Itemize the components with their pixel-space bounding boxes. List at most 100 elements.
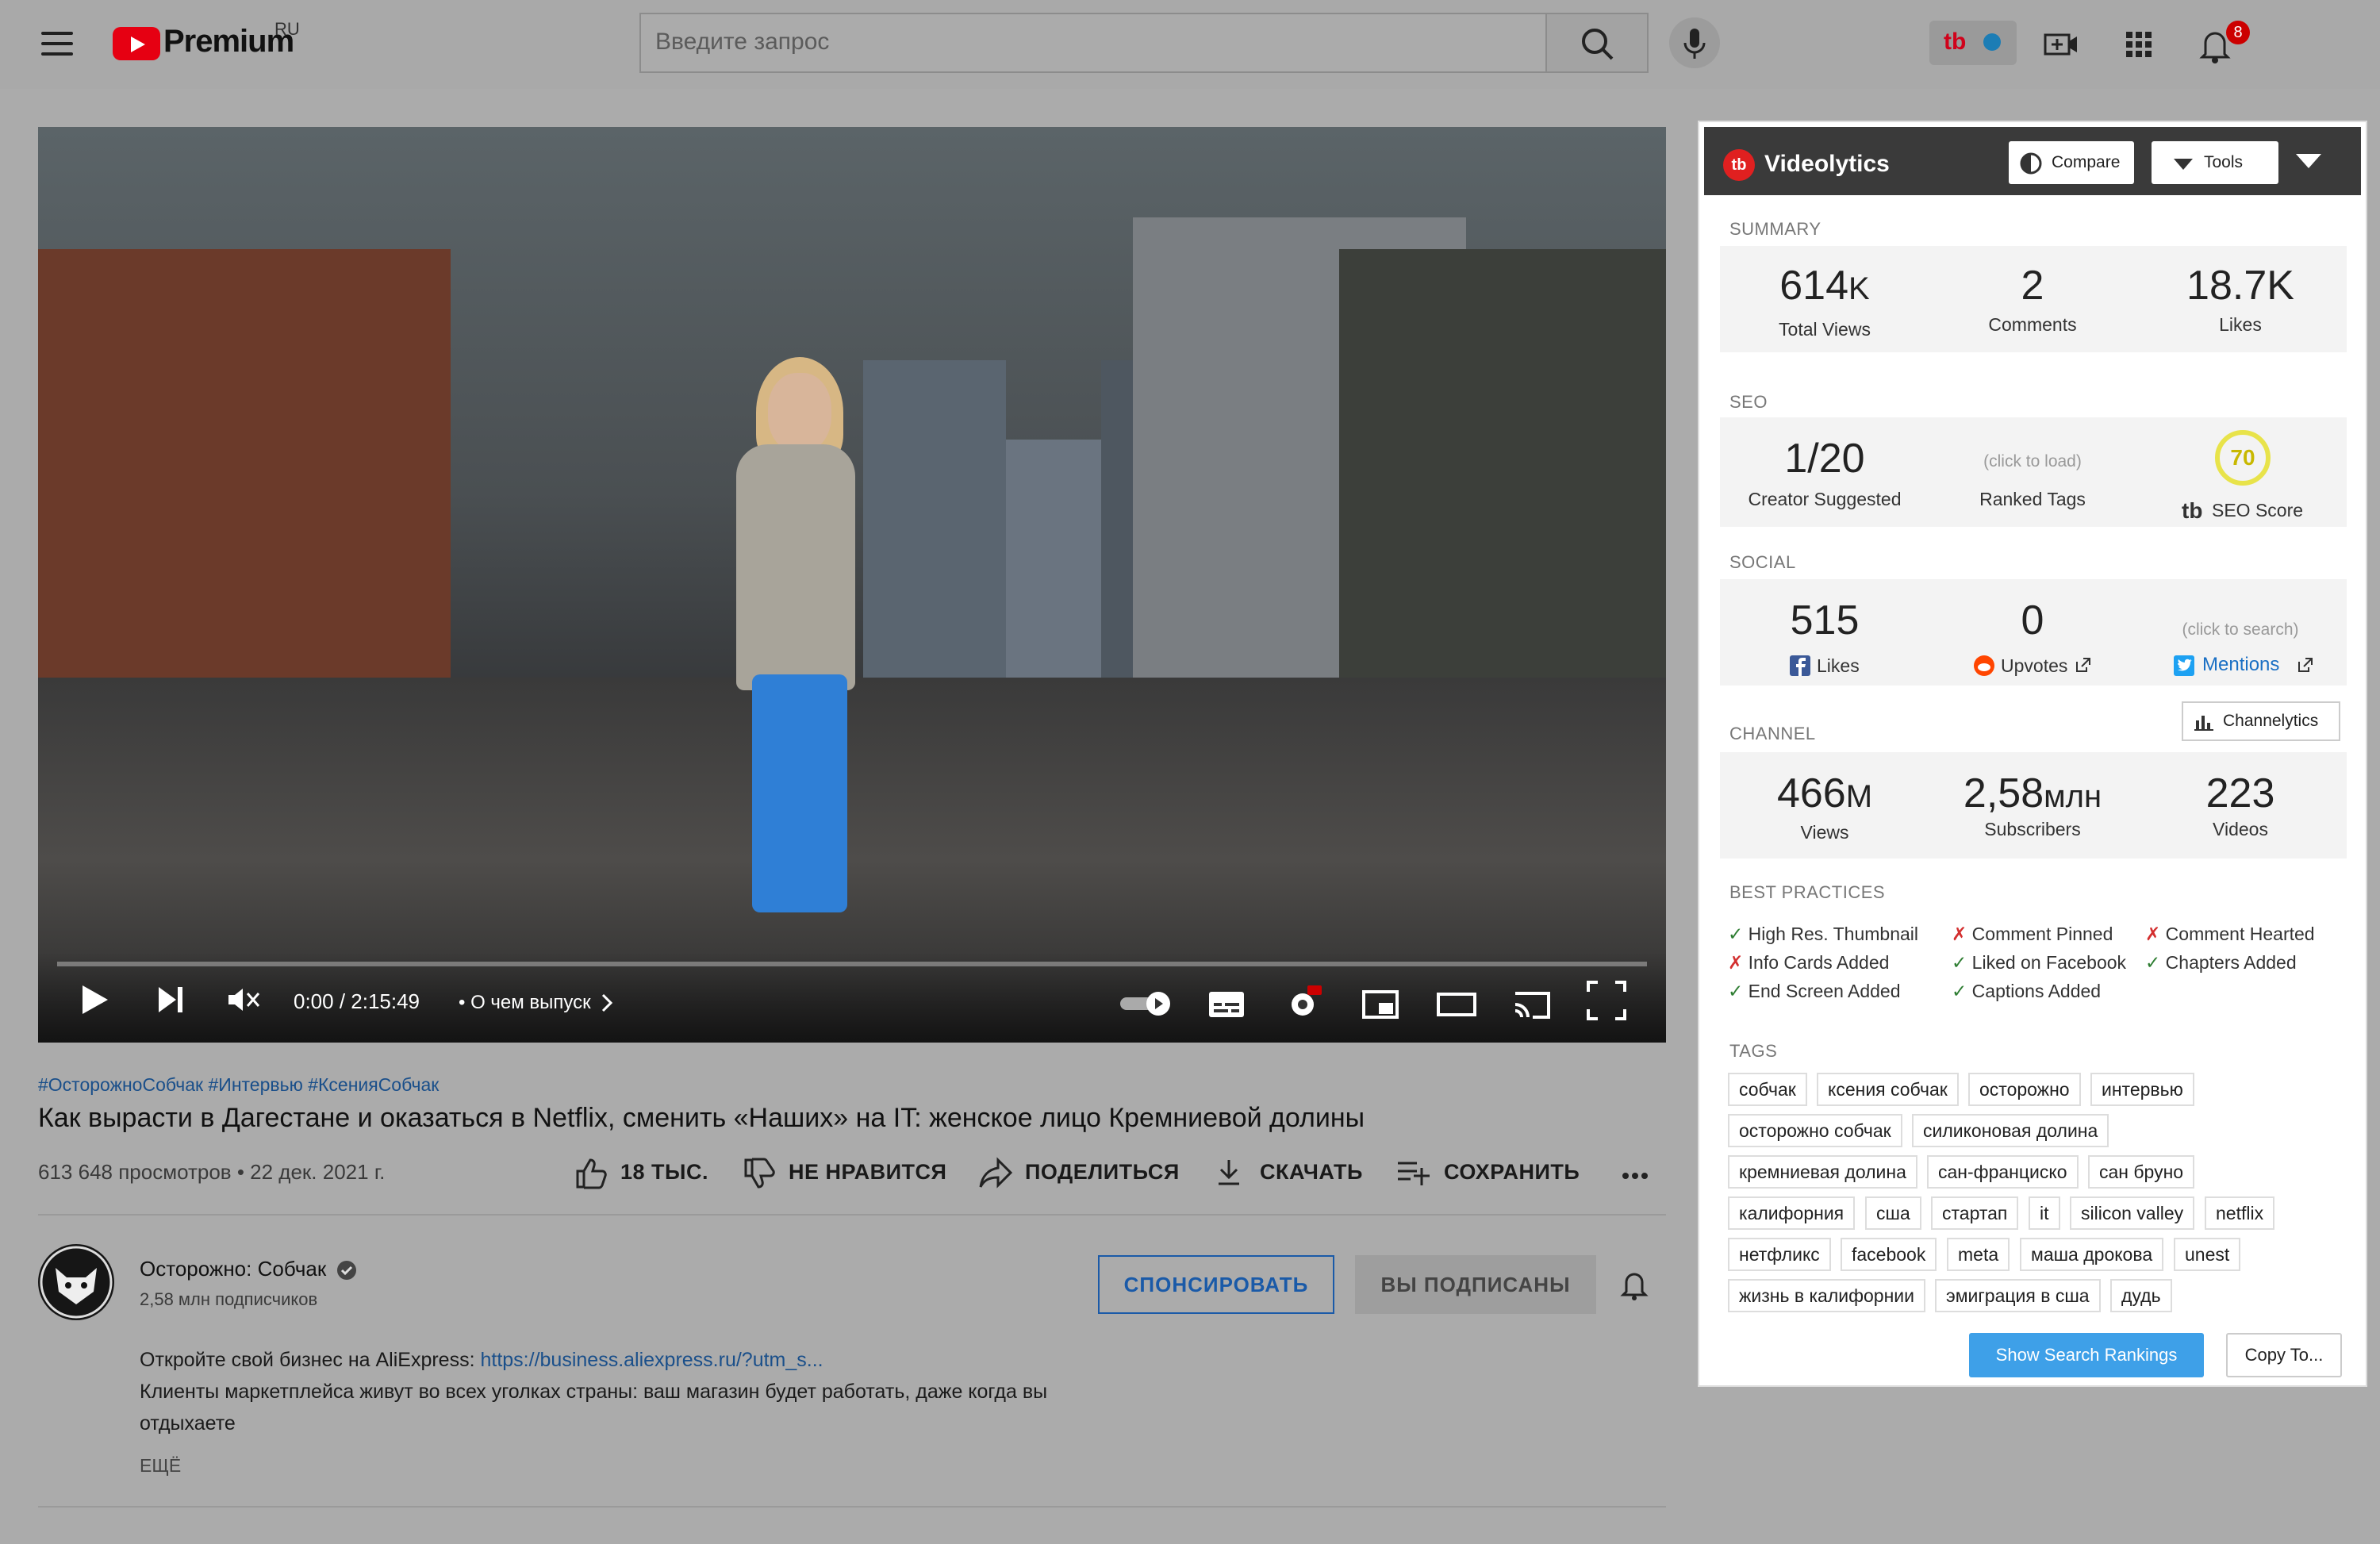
share-icon[interactable] [977, 1155, 1014, 1190]
chapter-title[interactable]: • О чем выпуск [459, 992, 591, 1014]
tag-chip[interactable]: meta [1947, 1238, 2010, 1271]
hashtags[interactable]: #ОсторожноСобчак #Интервью #КсенияСобчак [38, 1074, 439, 1096]
tools-button[interactable]: Tools [2152, 141, 2278, 184]
video-player[interactable] [38, 127, 1666, 1043]
social-label: SOCIAL [1729, 552, 1796, 572]
theater-mode-icon[interactable] [1436, 990, 1477, 1019]
like-icon[interactable] [573, 1155, 608, 1190]
settings-gear-icon[interactable] [1284, 984, 1323, 1024]
ranked-tags-label[interactable]: Ranked Tags [1929, 489, 2136, 510]
tag-chip[interactable]: facebook [1841, 1238, 1937, 1271]
menu-icon[interactable] [41, 32, 73, 56]
tag-chip[interactable]: unest [2174, 1238, 2241, 1271]
dislike-button[interactable]: НЕ НРАВИТСЯ [789, 1160, 946, 1185]
dislike-icon[interactable] [741, 1157, 776, 1192]
tags-label: TAGS [1729, 1041, 1778, 1061]
show-more-link[interactable]: ЕЩЁ [140, 1455, 181, 1477]
summary-label: SUMMARY [1729, 219, 1821, 239]
sponsor-button[interactable]: СПОНСИРОВАТЬ [1098, 1255, 1334, 1314]
voice-search-button[interactable] [1669, 17, 1720, 68]
best-practice-item: ✓ Captions Added [1952, 981, 2101, 1002]
creator-suggested-label: Creator Suggested [1748, 489, 1902, 509]
channelytics-button[interactable]: Channelytics [2182, 701, 2340, 741]
notification-bell-icon[interactable] [1618, 1266, 1650, 1301]
tag-chip[interactable]: silicon valley [2070, 1196, 2195, 1230]
tag-chip[interactable]: маша дрокова [2020, 1238, 2164, 1271]
autoplay-toggle[interactable] [1119, 990, 1177, 1017]
tag-chip[interactable]: кремниевая долина [1728, 1155, 1917, 1189]
tubebuddy-extension-button[interactable] [1929, 21, 2017, 65]
more-options-icon[interactable] [1622, 1171, 1649, 1181]
tag-chip[interactable]: сша [1865, 1196, 1921, 1230]
tag-chip[interactable]: интервью [2090, 1073, 2194, 1106]
search-button[interactable] [1547, 13, 1649, 73]
best-practices-label: BEST PRACTICES [1729, 882, 1886, 902]
tag-chip[interactable]: собчак [1728, 1073, 1807, 1106]
channel-views-unit: M [1845, 779, 1873, 814]
facebook-likes-label: Likes [1817, 655, 1860, 676]
play-icon[interactable] [79, 982, 111, 1017]
tag-chip[interactable]: it [2029, 1196, 2060, 1230]
tag-chip[interactable]: дудь [2110, 1279, 2172, 1312]
mentions-link[interactable]: Mentions [2202, 654, 2279, 676]
tubebuddy-logo-icon: tb [1944, 29, 1967, 55]
status-dot-icon [1983, 33, 2001, 51]
tag-chip[interactable]: нетфликс [1728, 1238, 1831, 1271]
check-icon: ✓ [1728, 924, 1749, 944]
youtube-logo-icon[interactable] [113, 27, 160, 60]
save-playlist-icon[interactable] [1396, 1158, 1431, 1187]
mic-icon [1683, 29, 1706, 59]
mentions-hint[interactable]: (click to search) [2137, 620, 2344, 639]
channelytics-label: Channelytics [2223, 712, 2319, 730]
progress-bar[interactable] [57, 962, 1647, 966]
tag-chip[interactable]: сан бруно [2088, 1155, 2195, 1189]
miniplayer-icon[interactable] [1361, 989, 1401, 1020]
download-button[interactable]: СКАЧАТЬ [1260, 1160, 1363, 1185]
tag-chip[interactable]: силиконовая долина [1912, 1114, 2109, 1147]
video-title: Как вырасти в Дагестане и оказаться в Ne… [38, 1103, 1365, 1133]
subtitles-icon[interactable] [1207, 989, 1247, 1020]
fullscreen-icon[interactable] [1585, 977, 1628, 1024]
cast-icon[interactable] [1512, 987, 1553, 1022]
like-count[interactable]: 18 ТЫС. [620, 1160, 708, 1185]
description-line-2: Клиенты маркетплейса живут во всех уголк… [140, 1381, 1048, 1403]
channel-avatar[interactable] [38, 1244, 114, 1320]
download-icon[interactable] [1214, 1157, 1244, 1189]
total-views-value: 614K [1722, 262, 1928, 309]
tag-chip[interactable]: netflix [2205, 1196, 2275, 1230]
reddit-upvotes-label[interactable]: Upvotes [2001, 655, 2067, 677]
twitter-icon [2174, 655, 2194, 676]
tag-chip[interactable]: сан-франциско [1927, 1155, 2079, 1189]
apps-button[interactable] [2115, 21, 2163, 68]
cross-icon: ✗ [2145, 924, 2166, 944]
description-line-1: Откройте свой бизнес на AliExpress: http… [140, 1349, 823, 1372]
tag-chip[interactable]: осторожно собчак [1728, 1114, 1902, 1147]
tag-chip[interactable]: осторожно [1968, 1073, 2081, 1106]
ranked-tags-hint[interactable]: (click to load) [1929, 452, 2136, 471]
channel-views-number: 466 [1776, 770, 1846, 816]
share-button[interactable]: ПОДЕЛИТЬСЯ [1025, 1160, 1180, 1185]
create-video-button[interactable] [2037, 21, 2085, 68]
show-search-rankings-button[interactable]: Show Search Rankings [1969, 1333, 2204, 1377]
divider [38, 1214, 1666, 1216]
search-input[interactable]: Введите запрос [655, 29, 829, 56]
collapse-chevron-icon[interactable] [2294, 152, 2323, 170]
creator-suggested-value: 1/20 [1784, 436, 1865, 482]
description-link[interactable]: https://business.aliexpress.ru/?utm_s... [480, 1349, 823, 1371]
compare-button[interactable]: Compare [2009, 141, 2134, 184]
channel-label: CHANNEL [1729, 724, 1816, 743]
mute-icon[interactable] [225, 984, 262, 1016]
tag-chip[interactable]: жизнь в калифорнии [1728, 1279, 1925, 1312]
copy-to-button[interactable]: Copy To... [2226, 1333, 2342, 1377]
tag-chip[interactable]: ксения собчак [1817, 1073, 1959, 1106]
save-button[interactable]: СОХРАНИТЬ [1444, 1160, 1580, 1185]
next-icon[interactable] [155, 984, 187, 1016]
best-practice-label: Captions Added [1971, 981, 2102, 1001]
compare-label: Compare [2052, 153, 2121, 171]
check-icon: ✓ [1952, 952, 1972, 973]
channel-name[interactable]: Осторожно: Собчак [140, 1257, 326, 1281]
tag-chip[interactable]: калифорния [1728, 1196, 1856, 1230]
subscribed-button[interactable]: ВЫ ПОДПИСАНЫ [1355, 1255, 1596, 1314]
tag-chip[interactable]: эмиграция в сша [1935, 1279, 2101, 1312]
tag-chip[interactable]: стартап [1931, 1196, 2019, 1230]
